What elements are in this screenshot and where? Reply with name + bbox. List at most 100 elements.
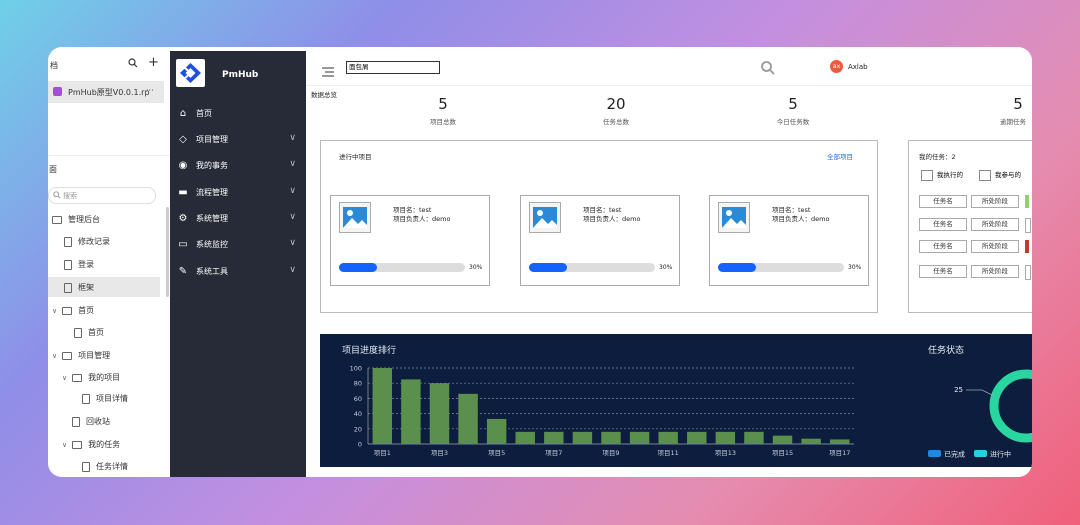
image-icon: [718, 202, 750, 233]
chevron-down-icon: ∨: [289, 159, 296, 169]
project-card[interactable]: 项目名：test 项目负责人：demo 30%: [709, 195, 869, 286]
task-name[interactable]: 任务名: [919, 240, 967, 253]
y-tick-label: 20: [354, 425, 362, 433]
folder-icon: [62, 351, 73, 360]
legend-swatch: [928, 450, 941, 457]
page-icon: [74, 327, 82, 338]
bar-chart-title: 项目进度排行: [342, 346, 397, 356]
bar: [658, 431, 678, 444]
stat-value: 5: [438, 95, 448, 113]
task-name[interactable]: 任务名: [919, 265, 967, 278]
tree-item-selected[interactable]: 框架: [48, 277, 160, 297]
search-icon[interactable]: [761, 60, 775, 79]
project-icon: [53, 87, 62, 96]
project-owner: 项目负责人：demo: [393, 215, 451, 223]
task-stage[interactable]: 所处阶段: [971, 240, 1019, 253]
nav-item-affairs[interactable]: ◉ 我的事务 ∨: [176, 159, 298, 171]
folder-icon: [52, 215, 62, 224]
project-item[interactable]: PmHub原型V0.0.1.rp ···: [48, 81, 164, 103]
tasks-title: 我的任务：2: [919, 153, 956, 161]
nav-item-monitor[interactable]: ▭ 系统监控 ∨: [176, 238, 298, 250]
page-icon: [64, 236, 72, 247]
legend-swatch: [974, 450, 987, 457]
tree-item[interactable]: ∨ 首页: [52, 305, 94, 316]
chevron-down-icon: ∨: [62, 441, 68, 449]
bar: [429, 383, 450, 444]
home-icon: ⌂: [179, 108, 187, 119]
page-icon: [82, 393, 90, 404]
add-icon[interactable]: +: [148, 55, 159, 70]
tasks-panel: 我的任务：2 我执行的 我参与的 任务名 所处阶段 任务名 所处阶段 任务名 所…: [908, 140, 1032, 313]
pie-data-label: 25: [954, 386, 963, 394]
progress-bar: [529, 263, 655, 272]
gears-icon: ⚙: [178, 213, 188, 224]
task-stage[interactable]: 所处阶段: [971, 265, 1019, 278]
task-status-flag: [1025, 218, 1031, 233]
project-card[interactable]: 项目名：test 项目负责人：demo 30%: [330, 195, 490, 286]
task-status-flag: [1025, 240, 1029, 253]
progress-label: 30%: [848, 264, 862, 271]
tab-executing[interactable]: 我执行的: [921, 169, 963, 181]
chevron-down-icon: ∨: [289, 265, 296, 275]
user-name[interactable]: Axlab: [848, 63, 868, 71]
stat-label: 逾期任务: [1000, 118, 1026, 126]
y-tick-label: 0: [358, 441, 362, 449]
project-card[interactable]: 项目名：test 项目负责人：demo 30%: [520, 195, 680, 286]
y-tick-label: 80: [354, 380, 362, 388]
tree-item[interactable]: 登录: [64, 259, 94, 270]
search-input[interactable]: 搜索: [48, 187, 156, 204]
stat-label: 任务总数: [603, 118, 629, 126]
all-projects-link[interactable]: 全部项目: [827, 151, 853, 161]
search-icon[interactable]: [128, 58, 138, 70]
tab-participating[interactable]: 我参与的: [979, 169, 1021, 181]
wrench-icon: ✎: [178, 266, 188, 277]
nav-item-home[interactable]: ⌂ 首页: [176, 108, 298, 119]
pages-title: 面: [49, 165, 57, 174]
chevron-down-icon: ∨: [52, 307, 58, 315]
chevron-down-icon: ∨: [289, 212, 296, 222]
bar: [572, 431, 593, 444]
bar: [401, 379, 421, 444]
task-name[interactable]: 任务名: [919, 218, 967, 231]
tree-item[interactable]: ∨ 我的任务: [62, 439, 120, 450]
checkbox-icon: [921, 169, 933, 181]
diamond-icon: ◇: [179, 134, 187, 145]
chevron-down-icon: ∨: [289, 186, 296, 196]
nav-item-projects[interactable]: ◇ 项目管理 ∨: [176, 133, 298, 145]
nav-item-system[interactable]: ⚙ 系统管理 ∨: [176, 212, 298, 224]
tree-item[interactable]: ∨ 项目管理: [52, 350, 110, 361]
stat-value: 5: [788, 95, 798, 113]
nav-item-process[interactable]: ▬ 流程管理 ∨: [176, 186, 298, 198]
page-icon: [82, 461, 90, 472]
task-name[interactable]: 任务名: [919, 195, 967, 208]
monitor-icon: ▭: [178, 239, 188, 250]
scrollbar[interactable]: [166, 207, 169, 297]
breadcrumb[interactable]: 面包屑: [346, 61, 440, 74]
tree-item[interactable]: 项目详情: [82, 393, 128, 404]
projects-title: 进行中项目: [339, 153, 372, 161]
more-icon[interactable]: ···: [146, 86, 154, 95]
task-stage[interactable]: 所处阶段: [971, 218, 1019, 231]
tree-item[interactable]: 任务详情: [82, 461, 128, 472]
progress-label: 30%: [659, 264, 673, 271]
chevron-down-icon: ∨: [289, 133, 296, 143]
tree-item[interactable]: 首页: [74, 327, 104, 338]
eye-icon: ◉: [178, 160, 188, 171]
search-icon: [53, 191, 61, 201]
x-tick-label: 项目11: [658, 449, 679, 457]
task-stage[interactable]: 所处阶段: [971, 195, 1019, 208]
nav-item-tools[interactable]: ✎ 系统工具 ∨: [176, 265, 298, 277]
y-tick-label: 40: [354, 410, 362, 418]
menu-toggle-icon[interactable]: [322, 62, 334, 81]
tree-item[interactable]: ∨ 我的项目: [62, 372, 120, 383]
stat-value: 20: [606, 95, 626, 113]
tree-item[interactable]: 修改记录: [64, 236, 110, 247]
avatar[interactable]: ax: [830, 60, 843, 73]
topbar: 面包屑 ax Axlab: [306, 51, 1032, 86]
tree-item[interactable]: 管理后台: [52, 214, 100, 225]
bar: [629, 431, 650, 444]
main-content: 面包屑 ax Axlab 数据总览 5 项目总数 20 任务总数 5 今日任务数…: [306, 51, 1032, 477]
tree-item[interactable]: 回收站: [72, 416, 110, 427]
task-status-flag: [1025, 195, 1029, 208]
bar: [458, 393, 478, 444]
